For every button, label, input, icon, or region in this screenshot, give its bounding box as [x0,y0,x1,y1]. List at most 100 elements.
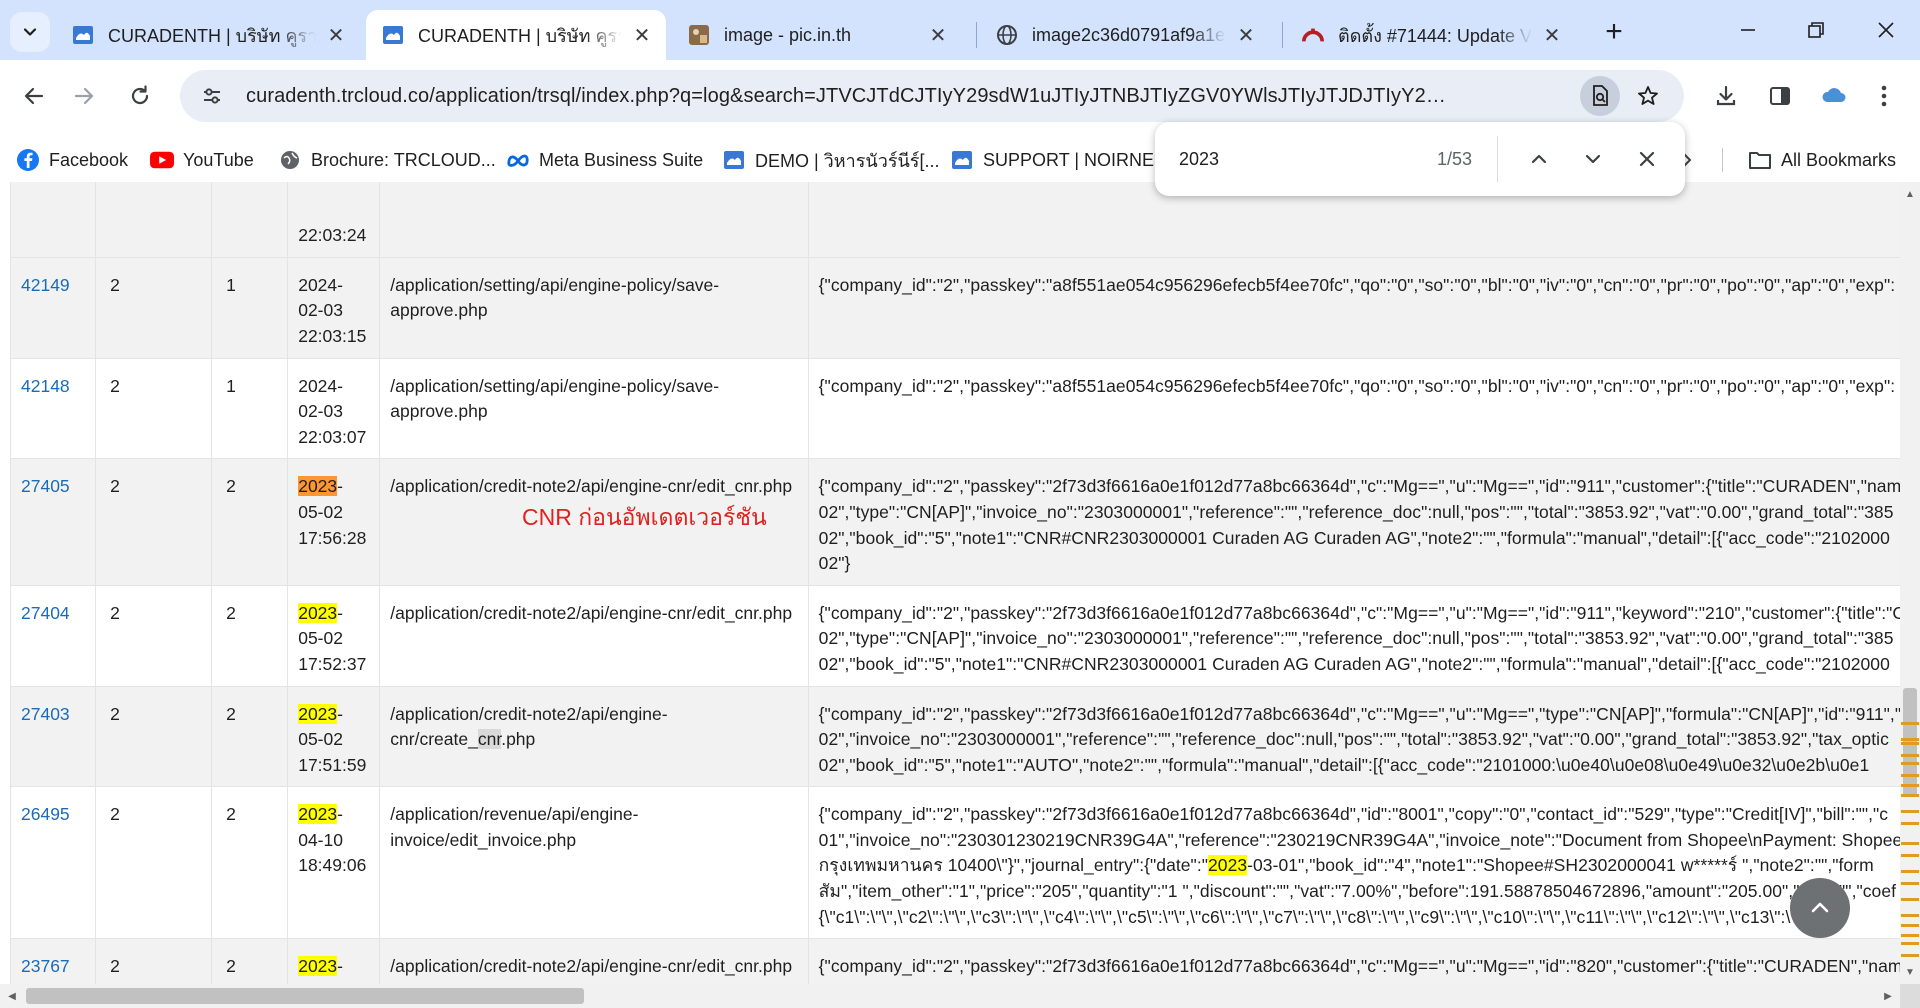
params-line: 02","book_id":"5","note1":"CNR#CNR230300… [818,653,1890,674]
downloads-button[interactable] [1706,76,1746,116]
close-icon[interactable]: ✕ [630,23,654,47]
download-icon [1716,85,1736,106]
scroll-down-arrow-icon[interactable]: ▼ [1904,966,1916,978]
request-params-cell: {"company_id":"2","passkey":"2f73d3f6616… [807,685,1900,788]
plus-icon: + [1605,15,1623,48]
horizontal-scrollbar[interactable]: ◀ ▶ [0,984,1900,1008]
new-tab-button[interactable]: + [1596,14,1632,50]
bookmark-label: YouTube [183,149,254,170]
find-match-marker [1901,810,1919,813]
log-id-link[interactable]: 23767 [21,956,70,976]
bookmark-label: Facebook [49,149,129,170]
side-panel-button[interactable] [1760,76,1800,116]
forward-button[interactable] [64,76,104,116]
trcloud-extension-button[interactable] [1814,76,1854,116]
minimize-button[interactable] [1720,8,1776,52]
close-icon [1878,22,1894,38]
request-params-cell: {"company_id":"2","passkey":"a8f551ae054… [807,357,1900,460]
url-text[interactable]: curadenth.trcloud.co/application/trsql/i… [246,85,1456,108]
address-bar[interactable]: curadenth.trcloud.co/application/trsql/i… [180,70,1684,122]
log-id-cell: 42148 [9,357,97,460]
find-input[interactable]: 2023 [1179,149,1379,170]
log-id-link[interactable]: 42149 [21,275,70,295]
endpoint-path-cell: /application/credit-note2/api/engine-cnr… [379,685,809,788]
search-in-page-button[interactable] [1580,76,1620,116]
scroll-to-top-button[interactable] [1790,878,1850,938]
tab-image-hash[interactable]: image2c36d0791af9a1ef ✕ [980,10,1270,60]
close-icon[interactable]: ✕ [324,23,348,47]
close-icon[interactable]: ✕ [1234,23,1258,47]
company-cell: 2 [95,786,213,940]
params-line: {"company_id":"2","passkey":"2f73d3f6616… [818,956,1900,977]
scroll-up-arrow-icon[interactable]: ▲ [1904,188,1916,200]
horizontal-scroll-thumb[interactable] [26,988,584,1004]
endpoint-path-cell: /application/credit-note2/api/engine-cnr… [379,938,809,984]
find-match-marker [1901,882,1919,885]
bookmark-star-button[interactable] [1628,76,1668,116]
reload-button[interactable] [120,76,160,116]
bookmark-brochure[interactable]: Brochure: TRCLOUD... [278,138,496,182]
bookmark-support[interactable]: SUPPORT | NOIRNE... [950,138,1169,182]
scroll-right-arrow-icon[interactable]: ▶ [1882,990,1894,1002]
find-result-count: 1/53 [1437,148,1473,169]
scroll-left-arrow-icon[interactable]: ◀ [6,990,18,1002]
tab-curadenth-1[interactable]: CURADENTH | บริษัท คูราเดน ✕ [56,10,360,60]
date-text: - [337,602,343,623]
bookmark-label: Brochure: TRCLOUD... [311,149,496,170]
params-line: {"company_id":"2","passkey":"2f73d3f6616… [818,703,1900,724]
close-icon[interactable]: ✕ [1540,23,1564,47]
bookmark-label: DEMO | วิหารนัวร์นีร์[... [755,150,940,171]
time-text: 17:52:37 [298,653,367,674]
trcloud-favicon-icon [722,148,746,172]
find-match-marker [1901,842,1919,845]
request-params-cell: {"company_id":"2","passkey":"2f73d3f6616… [807,458,1900,586]
params-line: {"company_id":"2","passkey":"2f73d3f6616… [818,476,1900,497]
tab-search-button[interactable] [10,12,50,52]
back-button[interactable] [14,76,54,116]
params-line: 02","invoice_no":"2303000001","reference… [818,729,1889,750]
close-icon[interactable]: ✕ [926,23,950,47]
bookmark-facebook[interactable]: Facebook [16,138,128,182]
star-icon [1638,86,1658,105]
restore-button[interactable] [1788,8,1844,52]
user-cell: 2 [211,458,289,586]
annotation-text: CNR ก่อนอัพเดตเวอร์ชัน [522,504,767,530]
search-match-highlight: cnr [477,729,502,750]
date-text: 02-03 [298,401,343,422]
find-previous-button[interactable] [1519,139,1559,179]
date-text: 22:03:07 [298,426,367,447]
endpoint-path: /application/setting/api/engine-policy/s… [390,274,720,321]
log-id-link[interactable]: 42148 [21,376,70,396]
all-bookmarks-button[interactable]: All Bookmarks [1748,138,1896,182]
params-line: 01","invoice_no":"230301230219CNR39G4A",… [818,829,1900,850]
close-window-button[interactable] [1858,8,1914,52]
tab-pic-in-th[interactable]: image - pic.in.th ✕ [672,10,962,60]
bookmark-label: Meta Business Suite [539,149,704,170]
user-cell: 2 [211,938,289,984]
bookmark-separator [1722,148,1723,172]
bookmark-youtube[interactable]: YouTube [150,138,254,182]
tab-title: CURADENTH | บริษัท คูราเดน [108,25,316,46]
site-info-button[interactable] [192,76,232,116]
company-value: 2 [110,375,120,396]
log-id-link[interactable]: 27405 [21,476,70,496]
endpoint-path-cell [379,182,809,258]
endpoint-path: /application/setting/api/engine-policy/s… [390,375,720,422]
tab-redmine-issue[interactable]: ติดตั้ง #71444: Update Version ✕ [1286,10,1576,60]
bookmark-demo[interactable]: DEMO | วิหารนัวร์นีร์[... [722,138,939,182]
tab-curadenth-2-active[interactable]: CURADENTH | บริษัท คูราเดน ✕ [366,10,666,60]
params-line: สัม","item_other":"1","price":"205","qua… [818,881,1897,902]
log-id-link[interactable]: 27403 [21,704,70,724]
find-next-button[interactable] [1573,139,1613,179]
log-id-link[interactable]: 26495 [21,804,70,824]
user-value: 1 [226,375,236,396]
log-id-link[interactable]: 27404 [21,603,70,623]
vertical-scrollbar[interactable]: ▲ ▼ [1900,182,1920,984]
chrome-menu-button[interactable] [1864,76,1904,116]
facebook-icon [16,148,40,172]
find-match-marker [1901,854,1919,857]
find-close-button[interactable] [1627,139,1667,179]
params-line: {"company_id":"2","passkey":"2f73d3f6616… [818,602,1900,623]
bookmark-meta-business[interactable]: Meta Business Suite [506,138,703,182]
side-panel-icon [1770,87,1790,105]
